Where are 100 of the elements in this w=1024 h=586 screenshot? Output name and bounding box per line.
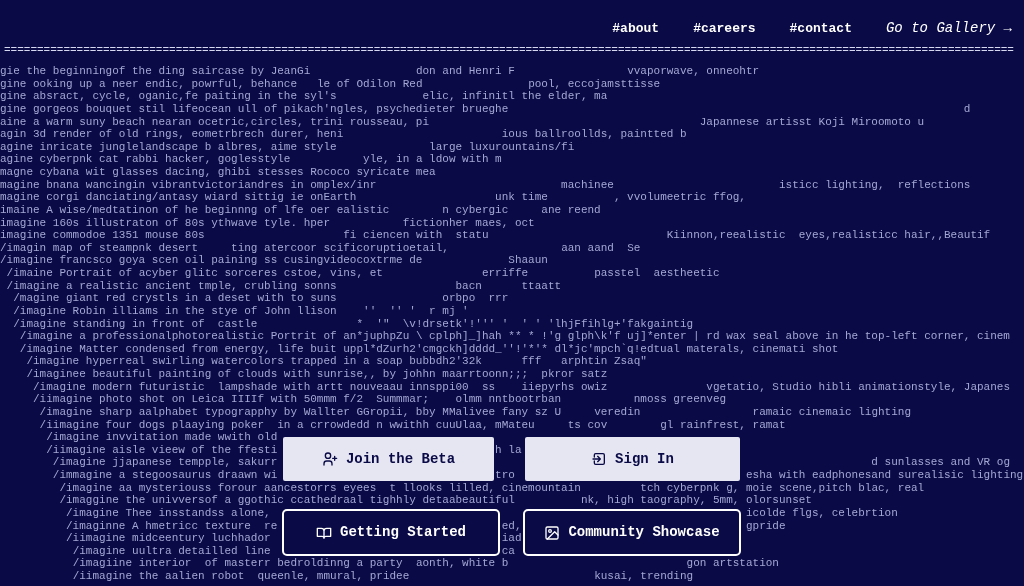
prompt-text: magine bnana wancingin vibrantvictoriandres in omplex/inr (0, 178, 377, 191)
prompt-text: kusai, trending (594, 570, 694, 582)
prompt-text: /imagine aa mysteriouss forour aancestorrs eyees t llooks lilled, cinemountain (59, 481, 581, 494)
prompt-text: n cybergic (442, 203, 509, 216)
prompt-text: vvaporwave, onneohtr (627, 65, 760, 77)
prompt-text: /iimagine photo shot on Leica IIIIf with 50mmm f/2 Summmar; (33, 393, 430, 406)
prompt-text: iad (501, 532, 522, 545)
prompt-text: magne cybana wit glasses dacing, ghibi stesses Rococo syricate mea (0, 166, 436, 178)
prompt-text: /iimagine midceentury luchhador (66, 532, 271, 545)
prompt-text: gpride (745, 519, 786, 532)
prompt-text: ane reend (541, 203, 601, 216)
prompt-text: fi ciencen with statu (343, 229, 489, 242)
prompt-text: nmoss greenveg (633, 393, 727, 406)
prompt-text: /imagine invvitation made wwith old (46, 431, 278, 444)
divider-line: ========================================================================================================================================================= (3, 44, 1015, 58)
prompt-text: gine gorgeos bouquet stil lifeocean ull of pikach'ngles, psychedieter brueghe (0, 102, 509, 115)
prompt-text: ramaic cinemaic lighting (752, 405, 911, 418)
prompt-text: esha with eadphonesand surealisic lighting (745, 469, 1024, 481)
prompt-text: tch cyberpnk g, moie scene,pitch blac, real (640, 481, 925, 494)
prompt-text: magine corgi danciating/antasy wiard sittig ie onEarth (0, 191, 357, 204)
prompt-text: aine a warm suny beach nearan ocetric,circles, trini rousseau, pi (0, 115, 430, 128)
prompt-text: agin 3d render of old rings, eometrbrech durer, heni (0, 128, 344, 141)
prompt-text: /imagine Matter condensed from energy, life buit uppl*dZurh2'cmgckh]dddd_''!'*'* dl*jc'mpch`q!edtual materals, cinemati shot (19, 342, 839, 355)
prompt-text: ca (501, 544, 515, 557)
prompt-text: /imagine a professionalphotorealistic Portrit of an*juphpZu \ cplph]_]hah ** * !'g glph\k'f uj]*enter | rd wax seal above in he top-left corner, cinem (19, 330, 1010, 343)
nav-link[interactable]: #careers (693, 18, 756, 39)
prompt-text: /imagine jjapanese tempple, sakurr (52, 456, 278, 469)
prompt-text: /imagine modern futuristic lampshade with artt nouveaau innsppi00 ss iiepyrhs owiz (33, 380, 608, 393)
prompt-text: gie the beginningof the ding saircase by JeanGi (0, 65, 311, 77)
prompt-text: /imaine Portrait of acyber glitc sorceres cstoe, vins, et (6, 267, 383, 279)
prompt-text: nk, high taography, 5mm, olorsunset (580, 494, 812, 507)
prompt-text: /imagine Robin illiams in the stye of John llison (13, 304, 337, 317)
prompt-text: gine ooking up a neer endic, powrful, behance (0, 77, 298, 90)
action-button[interactable]: Getting Started (282, 509, 500, 556)
prompt-text: /iimagine the aalien robot queenle, mmural, pridee (72, 570, 410, 582)
prompt-text: /imaginee beautiful painting of clouds with sunrise,, by johhn maarrtoonn;;; pkror satz (26, 368, 608, 380)
prompt-text: large luxurountains/fi (429, 140, 575, 153)
prompt-text: ts cov (567, 418, 608, 431)
prompt-text: Japannese artisst Koji Miroomoto u (699, 115, 925, 128)
prompt-text: ed, (501, 519, 522, 532)
prompt-text: olmm nntbootrban (455, 393, 562, 406)
action-button[interactable]: Sign In (525, 437, 740, 481)
prompt-text: , vvolumeetric ffog, (613, 191, 746, 204)
prompt-text: /imagin map of steampnk desert (0, 241, 199, 254)
prompt-text: passtel aestheetic (594, 267, 720, 279)
prompt-text: tro (495, 469, 515, 481)
prompt-text: * '" \v!drsetk'!''' ' ' ' 'lhjFfihlg+'fakgaintig (356, 317, 694, 330)
prompt-text: erriffe (481, 267, 529, 279)
action-button[interactable]: Join the Beta (283, 437, 494, 481)
prompt-text: /imagine Thee insstandss alone, (66, 506, 271, 519)
prompt-text: unk time (495, 191, 548, 204)
prompt-text: /magine giant red crystls in a deset with to suns (13, 292, 337, 305)
prompt-text: don and Henri F (415, 65, 515, 77)
prompt-text: gl rainfrest, ramat (660, 418, 786, 431)
prompt-text: /imagine uultra detailled line (72, 544, 271, 557)
sign-in-icon (591, 451, 608, 467)
prompt-text: gine absract, cycle, oganic,fe paiting in the syl's (0, 90, 337, 103)
prompt-text: ttaatt (521, 279, 562, 292)
prompt-text: imagine commodoe 1351 mouse 80s (0, 229, 205, 242)
image-icon (544, 524, 561, 541)
prompt-text: d sunlasses and VR og (871, 456, 1010, 469)
user-plus-icon (321, 451, 338, 467)
prompt-text: le of Odilon Red (316, 77, 423, 90)
prompt-text: /imaginne A hmetricc texture re (66, 519, 278, 532)
prompt-text: fff arphtin Zsaq" (521, 355, 647, 368)
prompt-text: /imagine sharp aalphabet typograpphy by Wallter GGropii, bby MMalivee fany sz U (39, 405, 562, 418)
prompt-text: /iimagine four dogs plaaying poker in a crrowdedd n wwithh cuuUlaa, mMateu (39, 418, 535, 431)
prompt-text: aan aand Se (561, 241, 641, 254)
prompt-text: ting atercoor scificoruptioetail, (231, 241, 449, 254)
prompt-text: gon artstation (686, 557, 779, 570)
prompt-text: /imagine hyperreal swirling watercolors trapped in a soap bubbdh2'32k (26, 355, 482, 368)
prompt-text: '' '' ' r mj ' (363, 304, 469, 317)
prompt-text: /imaggine the univversof a ggothic ccathedraal tighhly detaabeautiful (59, 494, 515, 507)
prompt-text: machinee (561, 178, 614, 191)
gallery-link[interactable]: Go to Gallery → (885, 18, 1012, 39)
prompt-text: veredin (594, 405, 641, 418)
prompt-text: Kiinnon,reealistic eyes,realisticc hair,,Beautif (666, 229, 991, 242)
prompt-text: elic, infinitl the elder, ma (422, 90, 608, 103)
prompt-text: orbpo rrr (442, 292, 509, 305)
nav-link[interactable]: #contact (789, 18, 852, 39)
prompt-text: /imagiine interior of masterr bedroldinng a party aonth, white b (72, 557, 509, 570)
prompt-text: imaine A wise/medtatinon of he beginnng of lfe oer ealistic (0, 203, 390, 216)
prompt-text: bacn (455, 279, 482, 292)
prompt-text: /imagine standing in front of castle (13, 317, 258, 330)
prompt-text: h la (495, 443, 522, 456)
prompt-text: fictionher maes, oct (402, 216, 535, 229)
action-button[interactable]: Community Showcase (523, 509, 741, 556)
prompt-text: agine cyberpnk cat rabbi hacker, goglesstyle (0, 153, 291, 166)
prompt-text: /immagine a stegoosaurus draawn wi (52, 469, 278, 481)
prompt-text: yle, in a ldow with m (363, 153, 502, 166)
prompt-text: agine inricate junglelandscape b albres, aime style (0, 140, 337, 153)
prompt-text: /iimagine aisle vieew of the ffesti (46, 443, 278, 456)
prompt-text: isticc lighting, reflections (778, 178, 971, 191)
prompt-text: vgetatio, Studio hibli animationstyle, Japanes (706, 380, 1010, 393)
prompt-text: icolde flgs, celebrtion (745, 506, 898, 519)
nav-link[interactable]: #about (612, 18, 660, 39)
prompt-text: pool, eccojamsttisse (528, 77, 661, 90)
prompt-text: d (963, 102, 971, 115)
prompt-text: imagine 160s illustraton of 80s ythwave tyle. hper (0, 216, 331, 229)
prompt-text: /imagine a realistic ancient tmple, crubling sonns (6, 279, 337, 292)
